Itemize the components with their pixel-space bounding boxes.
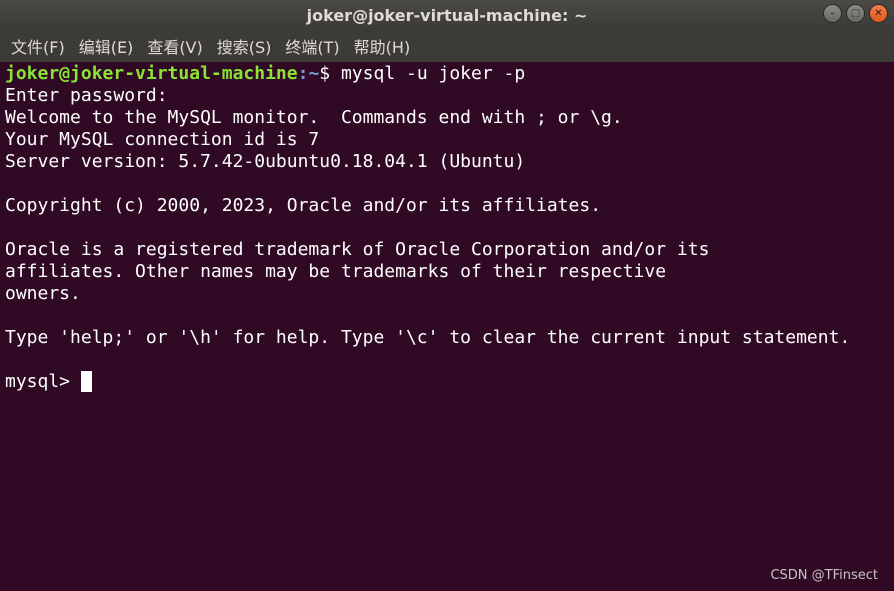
menu-view[interactable]: 查看(V): [140, 34, 209, 58]
prompt-command: $ mysql -u joker -p: [319, 63, 526, 84]
title-bar: joker@joker-virtual-machine: ~ – □ ✕: [0, 0, 894, 30]
minimize-icon[interactable]: –: [823, 4, 842, 23]
menu-edit[interactable]: 编辑(E): [72, 34, 141, 58]
output-line: Oracle is a registered trademark of Orac…: [5, 239, 710, 260]
output-line: Your MySQL connection id is 7: [5, 129, 320, 150]
mysql-prompt-line[interactable]: mysql>: [5, 371, 894, 393]
window-title: joker@joker-virtual-machine: ~: [306, 5, 588, 25]
menu-terminal[interactable]: 终端(T): [278, 34, 346, 58]
menu-search[interactable]: 搜索(S): [210, 34, 279, 58]
menu-bar: 文件(F) 编辑(E) 查看(V) 搜索(S) 终端(T) 帮助(H): [0, 30, 894, 62]
terminal-output[interactable]: joker@joker-virtual-machine:~$ mysql -u …: [0, 62, 894, 591]
output-line: Enter password:: [5, 85, 168, 106]
maximize-icon[interactable]: □: [846, 4, 865, 23]
output-line: Copyright (c) 2000, 2023, Oracle and/or …: [5, 195, 602, 216]
command-line: joker@joker-virtual-machine:~$ mysql -u …: [5, 63, 894, 85]
mysql-prompt: mysql>: [5, 371, 81, 392]
output-line: Type 'help;' or '\h' for help. Type '\c'…: [5, 327, 851, 348]
window-controls: – □ ✕: [823, 4, 888, 23]
output-line: owners.: [5, 283, 81, 304]
menu-file[interactable]: 文件(F): [4, 34, 72, 58]
watermark: CSDN @TFinsect: [770, 568, 878, 583]
prompt-path: :~: [297, 63, 320, 84]
menu-help[interactable]: 帮助(H): [347, 34, 418, 58]
output-line: Server version: 5.7.42-0ubuntu0.18.04.1 …: [5, 151, 526, 172]
output-line: affiliates. Other names may be trademark…: [5, 261, 667, 282]
text-cursor: [80, 371, 92, 392]
output-line: Welcome to the MySQL monitor. Commands e…: [5, 107, 623, 128]
close-icon[interactable]: ✕: [869, 4, 888, 23]
prompt-user: joker@joker-virtual-machine: [5, 63, 298, 84]
